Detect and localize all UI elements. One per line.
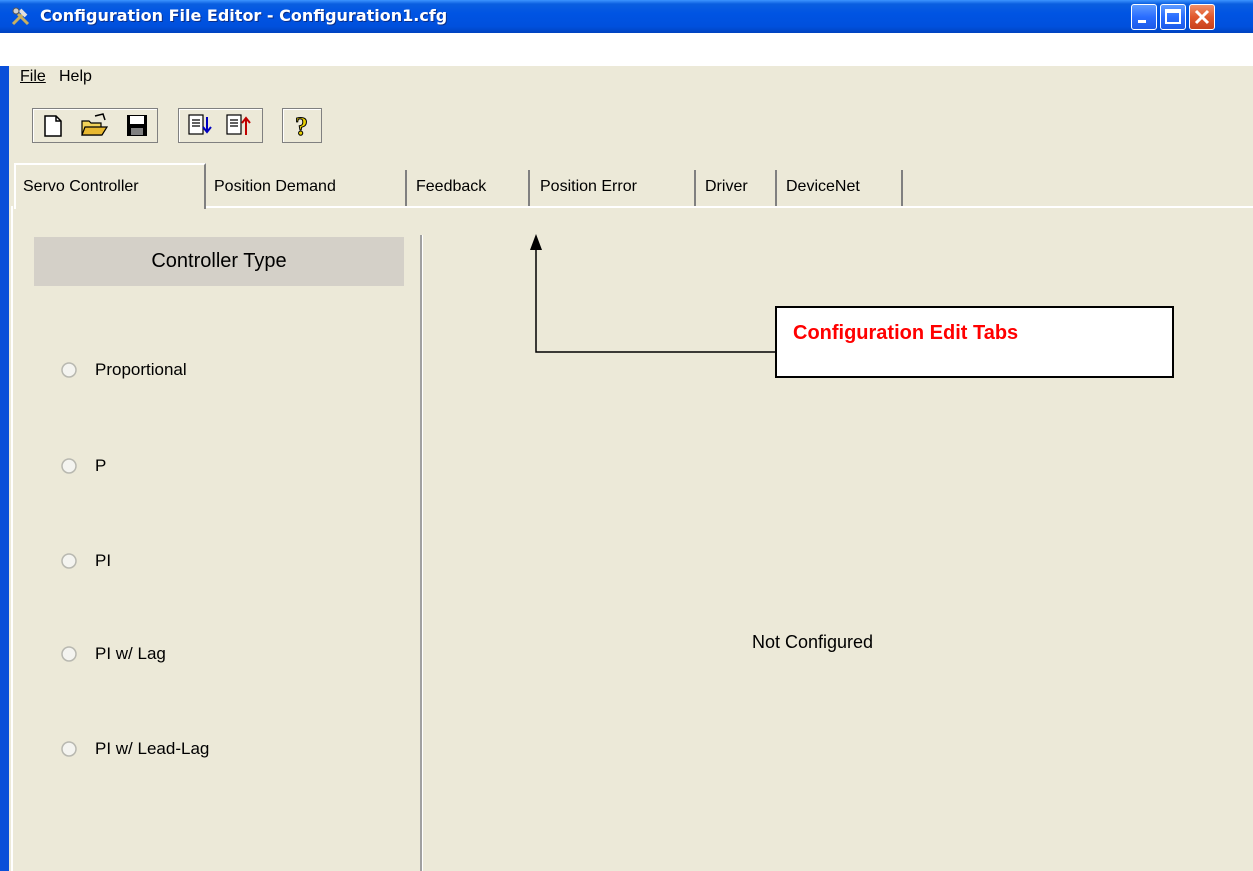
help-button[interactable]: ? — [287, 111, 318, 142]
panel-divider — [420, 235, 423, 871]
save-icon — [127, 115, 147, 136]
title-bar[interactable]: Configuration File Editor - Configuratio… — [0, 0, 1253, 33]
open-button[interactable] — [79, 111, 110, 140]
radio-proportional[interactable] — [60, 361, 78, 379]
menu-bar — [0, 33, 1253, 66]
tab-label: Feedback — [416, 178, 487, 195]
menu-help-label: Help — [59, 68, 92, 85]
radio-pi-lead-lag[interactable] — [60, 740, 78, 758]
toolbar-transfer-group — [178, 108, 263, 143]
menu-help[interactable]: Help — [59, 68, 92, 86]
tab-position-error[interactable]: Position Error — [533, 170, 696, 206]
import-button[interactable] — [183, 111, 214, 140]
tab-feedback[interactable]: Feedback — [409, 170, 530, 206]
menu-file[interactable]: File — [20, 68, 46, 86]
radio-label-proportional[interactable]: Proportional — [95, 360, 187, 380]
tools-icon — [11, 7, 30, 26]
export-icon — [226, 114, 251, 135]
radio-label-p[interactable]: P — [95, 456, 106, 476]
tab-label: Position Error — [540, 178, 637, 195]
tab-label: Position Demand — [214, 178, 336, 195]
save-button[interactable] — [121, 111, 152, 140]
radio-p[interactable] — [60, 457, 78, 475]
annotation-label: Configuration Edit Tabs — [793, 322, 1019, 344]
toolbar-file-group — [32, 108, 158, 143]
help-icon: ? — [295, 112, 309, 142]
import-icon — [188, 114, 212, 135]
minimize-button[interactable] — [1131, 4, 1157, 30]
export-button[interactable] — [223, 111, 254, 140]
tab-label: Servo Controller — [23, 178, 139, 195]
svg-text:?: ? — [295, 112, 308, 140]
window-title: Configuration File Editor - Configuratio… — [40, 6, 448, 25]
menu-file-label: File — [20, 68, 46, 85]
radio-pi-lag[interactable] — [60, 645, 78, 663]
tab-panel-left-border — [11, 206, 13, 871]
minimize-icon — [1138, 20, 1146, 23]
maximize-button[interactable] — [1160, 4, 1186, 30]
radio-label-pi[interactable]: PI — [95, 551, 111, 571]
tab-driver[interactable]: Driver — [698, 170, 777, 206]
app-window: Configuration File Editor - Configuratio… — [0, 0, 1253, 871]
radio-label-pi-lag[interactable]: PI w/ Lag — [95, 644, 166, 664]
callout-arrow-icon — [530, 234, 776, 353]
tab-devicenet[interactable]: DeviceNet — [779, 170, 903, 206]
new-button[interactable] — [37, 111, 68, 140]
tab-label: Driver — [705, 178, 748, 195]
configuration-status: Not Configured — [752, 632, 874, 652]
tab-position-demand[interactable]: Position Demand — [207, 170, 407, 206]
toolbar-help-group: ? — [282, 108, 322, 143]
tab-label: DeviceNet — [786, 178, 860, 195]
radio-label-pi-lead-lag[interactable]: PI w/ Lead-Lag — [95, 739, 209, 759]
controller-type-header: Controller Type — [34, 237, 404, 286]
close-icon — [1194, 9, 1210, 25]
radio-pi[interactable] — [60, 552, 78, 570]
tab-servo-controller[interactable]: Servo Controller — [14, 163, 206, 209]
new-document-icon — [44, 115, 62, 137]
window-frame-left — [0, 33, 9, 871]
close-button[interactable] — [1189, 4, 1215, 30]
maximize-icon — [1165, 9, 1181, 24]
open-folder-icon — [81, 113, 109, 136]
